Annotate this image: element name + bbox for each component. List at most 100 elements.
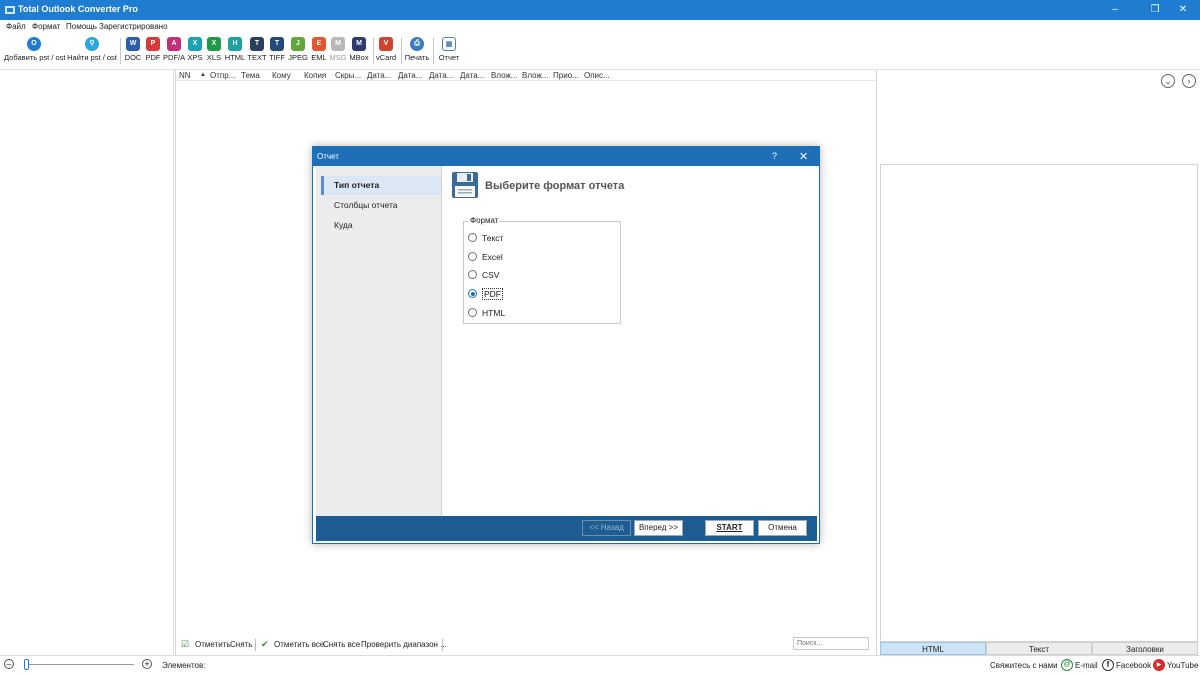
column-description[interactable]: Опис... (584, 71, 610, 80)
column-subject[interactable]: Тема (241, 71, 260, 80)
cancel-button[interactable]: Отмена (758, 520, 807, 536)
find-pst-button[interactable]: ⚲ Найти pst / ost (67, 37, 117, 62)
minimize-button[interactable]: – (1098, 0, 1132, 20)
export-doc-button[interactable]: W DOC (123, 37, 143, 62)
next-button[interactable]: Вперед >> (634, 520, 683, 536)
format-label: PDF (145, 53, 161, 62)
chevron-right-icon[interactable]: › (1182, 74, 1196, 88)
youtube-link[interactable]: YouTube (1167, 661, 1198, 670)
export-pdfa-button[interactable]: A PDF/A (163, 37, 185, 62)
menu-registered[interactable]: Зарегистрировано (99, 22, 168, 31)
export-mbox-button[interactable]: M MBox (348, 37, 370, 62)
facebook-link[interactable]: Facebook (1116, 661, 1151, 670)
menu-help[interactable]: Помощь (66, 22, 97, 31)
export-xps-button[interactable]: X XPS (186, 37, 204, 62)
export-text-button[interactable]: T TEXT (247, 37, 267, 62)
preview-area[interactable] (880, 164, 1198, 642)
menu-format[interactable]: Формат (32, 22, 60, 31)
word-icon: W (126, 37, 140, 51)
column-nn[interactable]: NN (179, 71, 191, 80)
radio-label: PDF (482, 288, 503, 300)
nav-destination[interactable]: Куда (321, 216, 441, 235)
report-label: Отчет (438, 53, 460, 62)
column-cc[interactable]: Копия (304, 71, 326, 80)
format-label: XLS (206, 53, 222, 62)
youtube-icon[interactable]: ▶ (1153, 659, 1165, 671)
export-xls-button[interactable]: X XLS (205, 37, 223, 62)
format-label: TIFF (269, 53, 285, 62)
column-attach-1[interactable]: Влож... (491, 71, 517, 80)
close-window-button[interactable]: ✕ (1166, 0, 1200, 20)
status-bar: – + Элементов: Свяжитесь с нами @ E-mail… (0, 655, 1200, 675)
export-msg-button[interactable]: M MSG (329, 37, 347, 62)
column-from[interactable]: Отпр... (210, 71, 235, 80)
export-tiff-button[interactable]: T TIFF (268, 37, 286, 62)
zoom-slider-track[interactable] (24, 664, 134, 665)
column-bcc[interactable]: Скры... (335, 71, 361, 80)
eml-icon: E (312, 37, 326, 51)
format-group: Формат Текст Excel CSV PDF HTML (463, 216, 621, 324)
column-priority[interactable]: Прио... (553, 71, 579, 80)
add-pst-label: Добавить pst / ost (4, 53, 66, 62)
zoom-in-icon[interactable]: + (142, 659, 152, 669)
preview-tabs: HTML Текст Заголовки (880, 642, 1198, 655)
folder-tree-pane[interactable] (0, 70, 174, 655)
format-group-label: Формат (468, 216, 501, 225)
column-to[interactable]: Кому (272, 71, 291, 80)
nav-report-columns[interactable]: Столбцы отчета (321, 196, 441, 215)
email-link[interactable]: E-mail (1075, 661, 1098, 670)
help-button[interactable]: ? (772, 151, 777, 161)
export-pdf-button[interactable]: P PDF (144, 37, 162, 62)
toolbar: O Добавить pst / ost ⚲ Найти pst / ost W… (0, 34, 1200, 70)
column-date-4[interactable]: Дата... (460, 71, 484, 80)
column-attach-2[interactable]: Влож... (522, 71, 548, 80)
search-input[interactable] (793, 637, 869, 650)
jpeg-icon: J (291, 37, 305, 51)
facebook-icon[interactable]: f (1102, 659, 1114, 671)
format-label: DOC (124, 53, 142, 62)
dialog-title-bar: Отчет ? ✕ (313, 147, 819, 166)
email-icon[interactable]: @ (1061, 659, 1073, 671)
back-button[interactable]: << Назад (582, 520, 631, 536)
tab-headers[interactable]: Заголовки (1092, 642, 1198, 655)
app-logo-icon (5, 6, 15, 14)
toolbar-separator (401, 38, 402, 64)
pdfa-icon: A (167, 37, 181, 51)
export-eml-button[interactable]: E EML (310, 37, 328, 62)
format-label: MBox (349, 53, 369, 62)
tab-text[interactable]: Текст (986, 642, 1092, 655)
check-range-button[interactable]: Проверить диапазон ... (361, 640, 447, 649)
add-pst-button[interactable]: O Добавить pst / ost (4, 37, 66, 62)
check-all-button[interactable]: Отметить все (274, 640, 324, 649)
radio-circle (468, 308, 477, 317)
footer-separator (255, 639, 256, 651)
nav-report-type[interactable]: Тип отчета (321, 176, 441, 195)
start-button[interactable]: START (705, 520, 754, 536)
vcard-icon: V (379, 37, 393, 51)
export-jpeg-button[interactable]: J JPEG (287, 37, 309, 62)
export-html-button[interactable]: H HTML (224, 37, 246, 62)
mbox-icon: M (352, 37, 366, 51)
uncheck-button[interactable]: Снять (230, 640, 252, 649)
tab-html[interactable]: HTML (880, 642, 986, 655)
radio-circle (468, 252, 477, 261)
msg-icon: M (331, 37, 345, 51)
dialog-close-button[interactable]: ✕ (799, 150, 808, 163)
uncheck-all-button[interactable]: Снять все (323, 640, 360, 649)
zoom-slider-thumb[interactable] (24, 659, 29, 670)
vcard-button[interactable]: V vCard (375, 37, 397, 62)
check-button[interactable]: Отметить (195, 640, 231, 649)
column-date-3[interactable]: Дата... (429, 71, 453, 80)
chevron-down-icon[interactable]: ⌄ (1161, 74, 1175, 88)
radio-label: Текст (482, 233, 504, 243)
zoom-out-icon[interactable]: – (4, 659, 14, 669)
contact-us-label: Свяжитесь с нами (990, 661, 1058, 670)
format-label: EML (311, 53, 327, 62)
print-button[interactable]: ⎙ Печать (404, 37, 430, 62)
column-date-2[interactable]: Дата... (398, 71, 422, 80)
report-button[interactable]: ▦ Отчет (437, 37, 461, 62)
column-date-1[interactable]: Дата... (367, 71, 391, 80)
menu-file[interactable]: Файл (6, 22, 26, 31)
list-footer-bar: ☑ Отметить Снять ✔ Отметить все Снять вс… (176, 635, 876, 655)
check-all-icon: ✔ (261, 639, 269, 649)
